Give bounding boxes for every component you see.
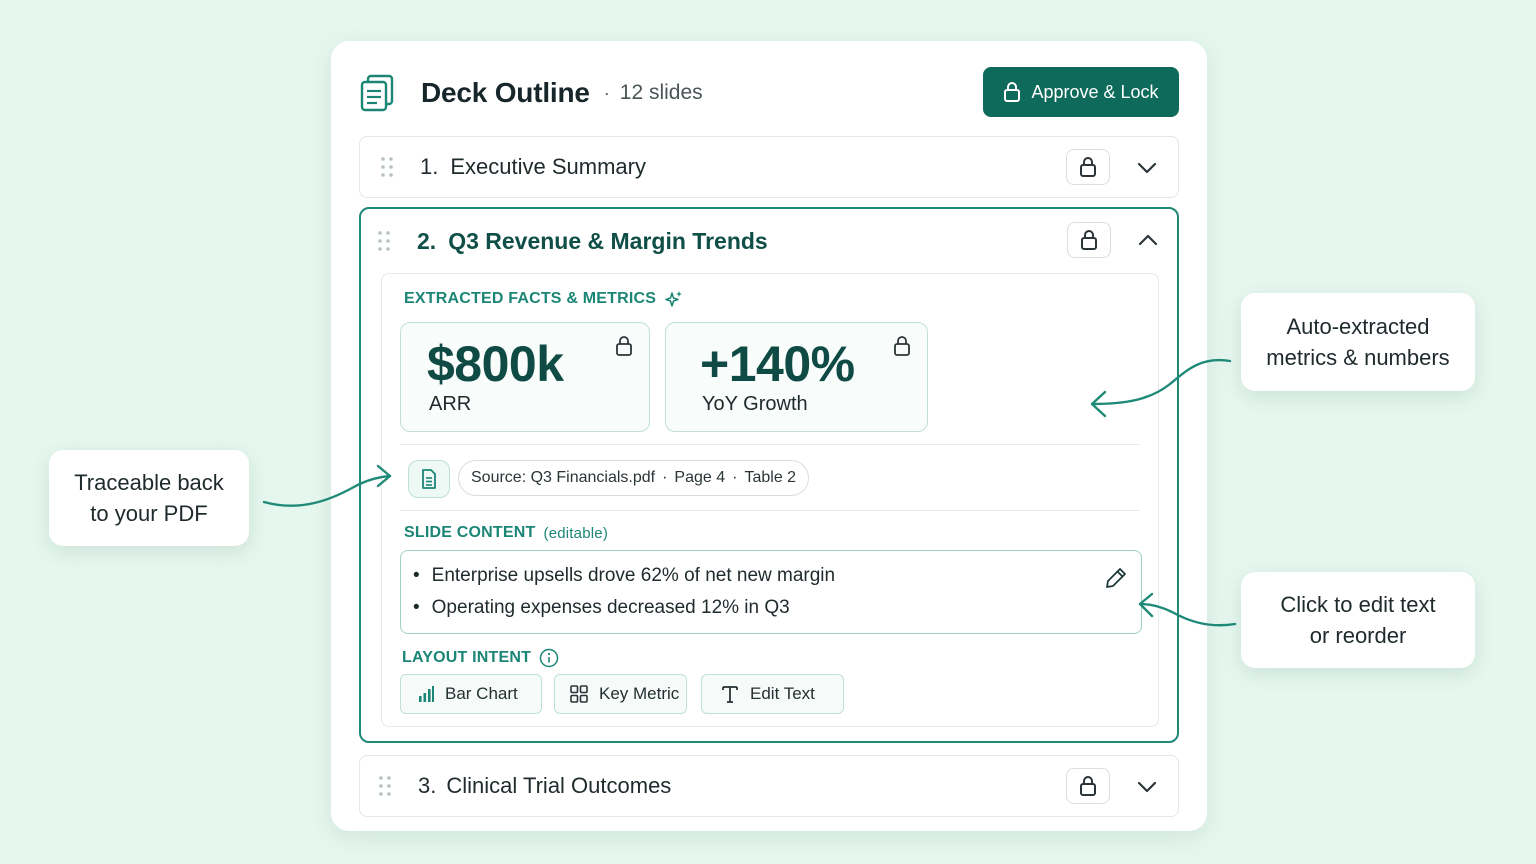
arrow-to-metrics — [1090, 358, 1232, 418]
arrow-to-source — [262, 464, 392, 507]
callout-arrows — [262, 358, 1237, 627]
arrow-to-editor — [1138, 592, 1237, 627]
